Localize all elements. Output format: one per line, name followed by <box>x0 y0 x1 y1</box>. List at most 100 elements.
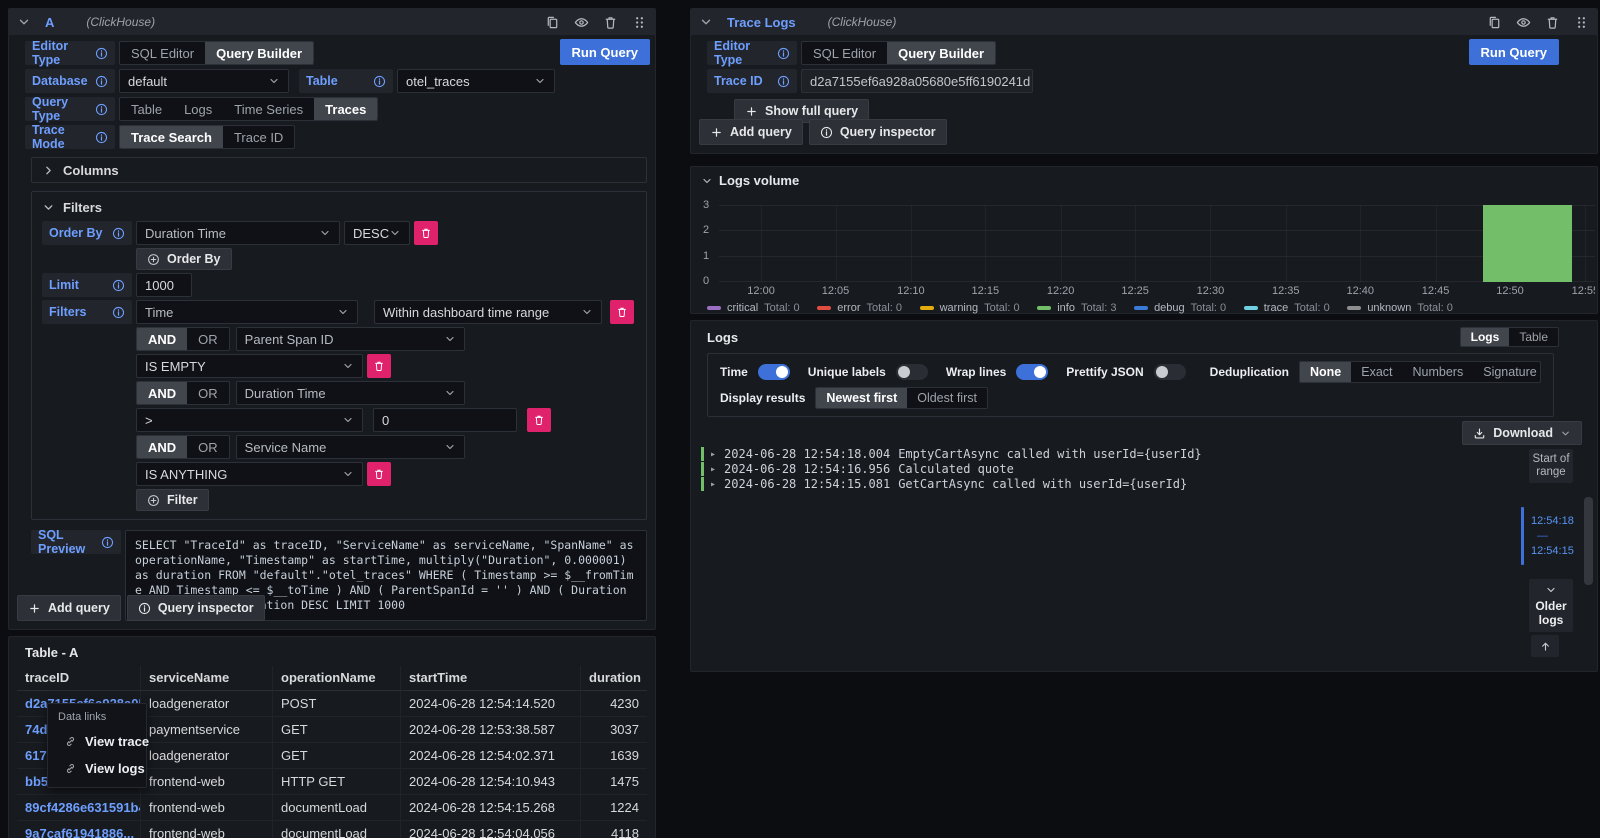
trace-id-input[interactable]: d2a7155ef6a928a05680e5ff6190241d <box>801 69 1033 93</box>
query-row-header-trace-logs[interactable]: Trace Logs (ClickHouse) <box>691 9 1597 35</box>
delete-query-icon[interactable] <box>603 15 618 30</box>
legend-item-critical[interactable]: criticalTotal: 0 <box>707 302 800 314</box>
info-icon[interactable] <box>95 103 108 116</box>
editor-type-query-builder[interactable]: Query Builder <box>887 42 995 64</box>
or-option[interactable]: OR <box>187 436 229 458</box>
info-log-volume-bar[interactable] <box>1483 205 1572 282</box>
dedup-none-option[interactable]: None <box>1300 362 1351 382</box>
column-header[interactable]: duration <box>581 666 647 691</box>
download-button[interactable]: Download <box>1462 421 1582 445</box>
newest-first-option[interactable]: Newest first <box>816 388 907 408</box>
database-select[interactable]: default <box>119 69 289 93</box>
oldest-first-option[interactable]: Oldest first <box>907 388 987 408</box>
collapse-chevron-icon[interactable] <box>17 15 31 29</box>
query-row-header-a[interactable]: A (ClickHouse) <box>9 9 655 35</box>
view-logs-option[interactable]: Logs <box>1461 328 1510 346</box>
view-logs-menu-item[interactable]: View logs <box>48 755 146 782</box>
dedup-numbers-option[interactable]: Numbers <box>1403 362 1474 382</box>
info-icon[interactable] <box>112 227 125 240</box>
condition-operator-select[interactable]: IS EMPTY <box>136 354 363 378</box>
duplicate-query-icon[interactable] <box>545 15 560 30</box>
add-query-button[interactable]: Add query <box>699 119 803 145</box>
chevron-right-icon[interactable] <box>42 164 55 177</box>
run-query-button[interactable]: Run Query <box>1469 39 1559 65</box>
view-trace-menu-item[interactable]: View trace <box>48 728 146 755</box>
logs-volume-plot[interactable] <box>719 205 1595 282</box>
view-table-option[interactable]: Table <box>1509 328 1558 346</box>
table-panel-title[interactable]: Table - A <box>9 637 655 666</box>
legend-item-unknown[interactable]: unknownTotal: 0 <box>1347 302 1453 314</box>
condition-field-select[interactable]: Parent Span ID <box>236 327 465 351</box>
chevron-down-icon[interactable] <box>42 201 55 214</box>
log-row[interactable]: ▸ 2024-06-28 12:54:18.004 EmptyCartAsync… <box>701 447 1477 461</box>
add-filter-button[interactable]: Filter <box>136 489 209 511</box>
column-header[interactable]: operationName <box>273 666 401 691</box>
older-logs-button[interactable]: Older logs <box>1529 579 1573 632</box>
filter-field-select[interactable]: Time <box>136 300 358 324</box>
query-type-table[interactable]: Table <box>120 98 173 120</box>
column-header[interactable]: serviceName <box>141 666 273 691</box>
column-header[interactable]: startTime <box>401 666 581 691</box>
duplicate-query-icon[interactable] <box>1487 15 1502 30</box>
filters-section-header[interactable]: Filters <box>42 200 636 215</box>
hide-query-icon[interactable] <box>1516 15 1531 30</box>
condition-field-select[interactable]: Service Name <box>236 435 465 459</box>
condition-field-select[interactable]: Duration Time <box>236 381 465 405</box>
dedup-exact-option[interactable]: Exact <box>1351 362 1402 382</box>
query-ref-id[interactable]: Trace Logs <box>727 15 796 30</box>
or-option[interactable]: OR <box>187 382 229 404</box>
legend-item-trace[interactable]: traceTotal: 0 <box>1244 302 1330 314</box>
add-query-button[interactable]: Add query <box>17 595 121 621</box>
trace-id-cell[interactable]: 9a7caf61941886... <box>17 821 141 838</box>
scroll-to-top-button[interactable] <box>1531 635 1559 657</box>
info-icon[interactable] <box>101 536 114 549</box>
order-by-field-select[interactable]: Duration Time <box>136 221 340 245</box>
query-inspector-button[interactable]: Query inspector <box>809 119 947 145</box>
columns-section[interactable]: Columns <box>31 157 647 183</box>
run-query-button[interactable]: Run Query <box>560 39 650 65</box>
logs-volume-header[interactable]: Logs volume <box>691 167 1597 194</box>
unique-labels-toggle[interactable] <box>896 364 928 380</box>
chevron-down-icon[interactable] <box>701 175 713 187</box>
column-header[interactable]: traceID <box>17 666 141 691</box>
query-type-logs[interactable]: Logs <box>173 98 223 120</box>
remove-condition-button[interactable] <box>527 408 551 432</box>
info-icon[interactable] <box>95 47 108 60</box>
info-icon[interactable] <box>95 131 108 144</box>
expand-log-chevron-icon[interactable]: ▸ <box>710 464 716 475</box>
info-icon[interactable] <box>777 47 790 60</box>
collapse-chevron-icon[interactable] <box>699 15 713 29</box>
condition-operator-select[interactable]: IS ANYTHING <box>136 462 363 486</box>
and-option[interactable]: AND <box>137 382 187 404</box>
trace-id-cell[interactable]: 89cf4286e631591b4... <box>17 795 141 821</box>
remove-condition-button[interactable] <box>367 354 391 378</box>
delete-query-icon[interactable] <box>1545 15 1560 30</box>
info-icon[interactable] <box>373 75 386 88</box>
info-icon[interactable] <box>112 279 125 292</box>
legend-item-info[interactable]: infoTotal: 3 <box>1037 302 1116 314</box>
editor-type-sql-editor[interactable]: SQL Editor <box>120 42 205 64</box>
legend-item-debug[interactable]: debugTotal: 0 <box>1134 302 1226 314</box>
logs-panel-title[interactable]: Logs <box>707 330 738 345</box>
info-icon[interactable] <box>777 75 790 88</box>
remove-filter-button[interactable] <box>610 300 634 324</box>
limit-input[interactable]: 1000 <box>136 273 192 297</box>
info-icon[interactable] <box>112 306 125 319</box>
expand-log-chevron-icon[interactable]: ▸ <box>710 479 716 490</box>
and-option[interactable]: AND <box>137 328 187 350</box>
condition-value-input[interactable]: 0 <box>373 408 517 432</box>
query-type-time-series[interactable]: Time Series <box>223 98 314 120</box>
drag-handle-icon[interactable] <box>632 15 647 30</box>
wrap-lines-toggle[interactable] <box>1016 364 1048 380</box>
filter-operator-select[interactable]: Within dashboard time range <box>374 300 602 324</box>
prettify-json-toggle[interactable] <box>1154 364 1186 380</box>
log-row[interactable]: ▸ 2024-06-28 12:54:16.956 Calculated quo… <box>701 462 1477 476</box>
editor-type-sql-editor[interactable]: SQL Editor <box>802 42 887 64</box>
query-type-traces[interactable]: Traces <box>314 98 377 120</box>
logs-scrollbar[interactable] <box>1584 497 1593 585</box>
drag-handle-icon[interactable] <box>1574 15 1589 30</box>
query-inspector-button[interactable]: Query inspector <box>127 595 265 621</box>
and-option[interactable]: AND <box>137 436 187 458</box>
trace-mode-trace-search[interactable]: Trace Search <box>120 126 223 148</box>
add-order-by-button[interactable]: Order By <box>136 248 232 270</box>
